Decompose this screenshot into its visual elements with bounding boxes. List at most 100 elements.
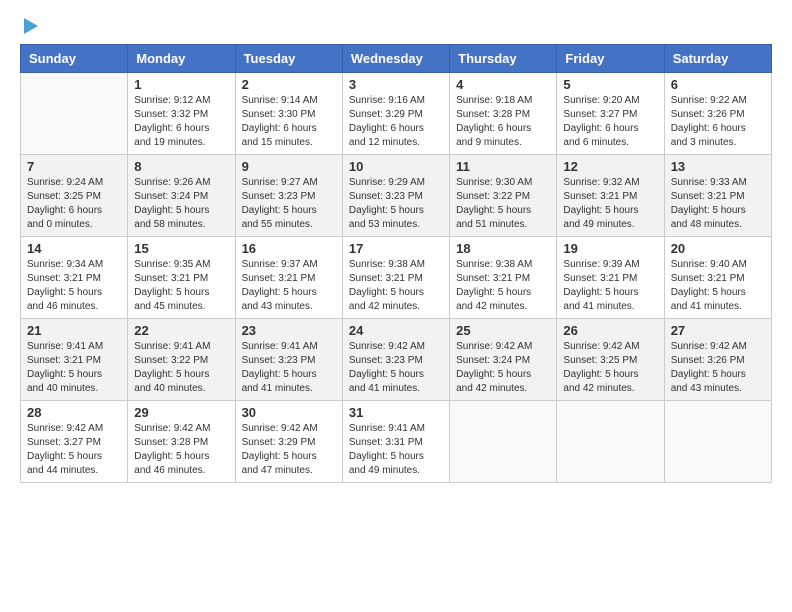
day-number: 4 bbox=[456, 77, 550, 92]
cell-week4-day0: 21 Sunrise: 9:41 AM Sunset: 3:21 PM Dayli… bbox=[21, 319, 128, 401]
day-number: 5 bbox=[563, 77, 657, 92]
header-sunday: Sunday bbox=[21, 45, 128, 73]
header-saturday: Saturday bbox=[664, 45, 771, 73]
day-number: 15 bbox=[134, 241, 228, 256]
day-info: Sunrise: 9:42 AM Sunset: 3:23 PM Dayligh… bbox=[349, 340, 443, 396]
cell-week3-day5: 19 Sunrise: 9:39 AM Sunset: 3:21 PM Dayli… bbox=[557, 237, 664, 319]
header-thursday: Thursday bbox=[450, 45, 557, 73]
cell-week2-day0: 7 Sunrise: 9:24 AM Sunset: 3:25 PM Daylig… bbox=[21, 155, 128, 237]
cell-week4-day2: 23 Sunrise: 9:41 AM Sunset: 3:23 PM Dayli… bbox=[235, 319, 342, 401]
week-row-4: 21 Sunrise: 9:41 AM Sunset: 3:21 PM Dayli… bbox=[21, 319, 772, 401]
cell-week4-day5: 26Sunrise: 9:42 AM Sunset: 3:25 PM Dayli… bbox=[557, 319, 664, 401]
day-number: 19 bbox=[563, 241, 657, 256]
day-number: 21 bbox=[27, 323, 121, 338]
day-number: 29 bbox=[134, 405, 228, 420]
cell-week5-day2: 30 Sunrise: 9:42 AM Sunset: 3:29 PM Dayli… bbox=[235, 401, 342, 483]
day-number: 6 bbox=[671, 77, 765, 92]
day-number: 12 bbox=[563, 159, 657, 174]
header-tuesday: Tuesday bbox=[235, 45, 342, 73]
day-number: 24 bbox=[349, 323, 443, 338]
day-number: 23 bbox=[242, 323, 336, 338]
day-info: Sunrise: 9:38 AM Sunset: 3:21 PM Dayligh… bbox=[456, 258, 550, 314]
cell-week3-day1: 15 Sunrise: 9:35 AM Sunset: 3:21 PM Dayli… bbox=[128, 237, 235, 319]
cell-week1-day0 bbox=[21, 73, 128, 155]
cell-week4-day1: 22Sunrise: 9:41 AM Sunset: 3:22 PM Dayli… bbox=[128, 319, 235, 401]
day-number: 9 bbox=[242, 159, 336, 174]
day-info: Sunrise: 9:41 AM Sunset: 3:22 PM Dayligh… bbox=[134, 340, 228, 396]
day-info: Sunrise: 9:42 AM Sunset: 3:29 PM Dayligh… bbox=[242, 422, 336, 478]
cell-week4-day4: 25Sunrise: 9:42 AM Sunset: 3:24 PM Dayli… bbox=[450, 319, 557, 401]
day-number: 8 bbox=[134, 159, 228, 174]
day-number: 28 bbox=[27, 405, 121, 420]
day-number: 30 bbox=[242, 405, 336, 420]
day-number: 27 bbox=[671, 323, 765, 338]
day-number: 20 bbox=[671, 241, 765, 256]
day-info: Sunrise: 9:30 AM Sunset: 3:22 PM Dayligh… bbox=[456, 176, 550, 232]
day-number: 17 bbox=[349, 241, 443, 256]
day-number: 14 bbox=[27, 241, 121, 256]
day-info: Sunrise: 9:37 AM Sunset: 3:21 PM Dayligh… bbox=[242, 258, 336, 314]
cell-week4-day6: 27Sunrise: 9:42 AM Sunset: 3:26 PM Dayli… bbox=[664, 319, 771, 401]
day-number: 25 bbox=[456, 323, 550, 338]
cell-week1-day5: 5 Sunrise: 9:20 AM Sunset: 3:27 PM Daylig… bbox=[557, 73, 664, 155]
day-info: Sunrise: 9:41 AM Sunset: 3:21 PM Dayligh… bbox=[27, 340, 121, 396]
cell-week3-day6: 20 Sunrise: 9:40 AM Sunset: 3:21 PM Dayli… bbox=[664, 237, 771, 319]
day-info: Sunrise: 9:12 AM Sunset: 3:32 PM Dayligh… bbox=[134, 94, 228, 150]
cell-week2-day2: 9 Sunrise: 9:27 AM Sunset: 3:23 PM Daylig… bbox=[235, 155, 342, 237]
cell-week5-day3: 31 Sunrise: 9:41 AM Sunset: 3:31 PM Dayli… bbox=[342, 401, 449, 483]
day-info: Sunrise: 9:29 AM Sunset: 3:23 PM Dayligh… bbox=[349, 176, 443, 232]
cell-week5-day0: 28Sunrise: 9:42 AM Sunset: 3:27 PM Dayli… bbox=[21, 401, 128, 483]
day-number: 13 bbox=[671, 159, 765, 174]
day-info: Sunrise: 9:41 AM Sunset: 3:31 PM Dayligh… bbox=[349, 422, 443, 478]
day-number: 1 bbox=[134, 77, 228, 92]
day-number: 7 bbox=[27, 159, 121, 174]
day-info: Sunrise: 9:39 AM Sunset: 3:21 PM Dayligh… bbox=[563, 258, 657, 314]
day-info: Sunrise: 9:27 AM Sunset: 3:23 PM Dayligh… bbox=[242, 176, 336, 232]
cell-week1-day2: 2Sunrise: 9:14 AM Sunset: 3:30 PM Daylig… bbox=[235, 73, 342, 155]
week-row-3: 14Sunrise: 9:34 AM Sunset: 3:21 PM Dayli… bbox=[21, 237, 772, 319]
day-info: Sunrise: 9:18 AM Sunset: 3:28 PM Dayligh… bbox=[456, 94, 550, 150]
cell-week1-day6: 6Sunrise: 9:22 AM Sunset: 3:26 PM Daylig… bbox=[664, 73, 771, 155]
logo bbox=[20, 20, 38, 34]
day-info: Sunrise: 9:33 AM Sunset: 3:21 PM Dayligh… bbox=[671, 176, 765, 232]
day-number: 11 bbox=[456, 159, 550, 174]
cell-week1-day4: 4 Sunrise: 9:18 AM Sunset: 3:28 PM Daylig… bbox=[450, 73, 557, 155]
day-info: Sunrise: 9:20 AM Sunset: 3:27 PM Dayligh… bbox=[563, 94, 657, 150]
day-info: Sunrise: 9:26 AM Sunset: 3:24 PM Dayligh… bbox=[134, 176, 228, 232]
day-number: 2 bbox=[242, 77, 336, 92]
week-row-5: 28Sunrise: 9:42 AM Sunset: 3:27 PM Dayli… bbox=[21, 401, 772, 483]
cell-week3-day4: 18 Sunrise: 9:38 AM Sunset: 3:21 PM Dayli… bbox=[450, 237, 557, 319]
cell-week4-day3: 24 Sunrise: 9:42 AM Sunset: 3:23 PM Dayli… bbox=[342, 319, 449, 401]
cell-week3-day2: 16 Sunrise: 9:37 AM Sunset: 3:21 PM Dayli… bbox=[235, 237, 342, 319]
day-number: 10 bbox=[349, 159, 443, 174]
day-info: Sunrise: 9:40 AM Sunset: 3:21 PM Dayligh… bbox=[671, 258, 765, 314]
cell-week2-day6: 13 Sunrise: 9:33 AM Sunset: 3:21 PM Dayli… bbox=[664, 155, 771, 237]
cell-week1-day3: 3Sunrise: 9:16 AM Sunset: 3:29 PM Daylig… bbox=[342, 73, 449, 155]
calendar-table: SundayMondayTuesdayWednesdayThursdayFrid… bbox=[20, 44, 772, 483]
cell-week2-day4: 11 Sunrise: 9:30 AM Sunset: 3:22 PM Dayli… bbox=[450, 155, 557, 237]
cell-week5-day6 bbox=[664, 401, 771, 483]
cell-week5-day4 bbox=[450, 401, 557, 483]
day-info: Sunrise: 9:42 AM Sunset: 3:25 PM Dayligh… bbox=[563, 340, 657, 396]
day-number: 16 bbox=[242, 241, 336, 256]
week-row-2: 7 Sunrise: 9:24 AM Sunset: 3:25 PM Daylig… bbox=[21, 155, 772, 237]
cell-week2-day3: 10 Sunrise: 9:29 AM Sunset: 3:23 PM Dayli… bbox=[342, 155, 449, 237]
header-friday: Friday bbox=[557, 45, 664, 73]
day-number: 31 bbox=[349, 405, 443, 420]
header-wednesday: Wednesday bbox=[342, 45, 449, 73]
cell-week5-day1: 29Sunrise: 9:42 AM Sunset: 3:28 PM Dayli… bbox=[128, 401, 235, 483]
logo-arrow-icon bbox=[24, 18, 38, 34]
day-info: Sunrise: 9:35 AM Sunset: 3:21 PM Dayligh… bbox=[134, 258, 228, 314]
cell-week2-day5: 12 Sunrise: 9:32 AM Sunset: 3:21 PM Dayli… bbox=[557, 155, 664, 237]
day-info: Sunrise: 9:38 AM Sunset: 3:21 PM Dayligh… bbox=[349, 258, 443, 314]
calendar-header-row: SundayMondayTuesdayWednesdayThursdayFrid… bbox=[21, 45, 772, 73]
cell-week2-day1: 8 Sunrise: 9:26 AM Sunset: 3:24 PM Daylig… bbox=[128, 155, 235, 237]
header-monday: Monday bbox=[128, 45, 235, 73]
day-info: Sunrise: 9:24 AM Sunset: 3:25 PM Dayligh… bbox=[27, 176, 121, 232]
day-info: Sunrise: 9:41 AM Sunset: 3:23 PM Dayligh… bbox=[242, 340, 336, 396]
day-number: 18 bbox=[456, 241, 550, 256]
cell-week3-day0: 14Sunrise: 9:34 AM Sunset: 3:21 PM Dayli… bbox=[21, 237, 128, 319]
day-info: Sunrise: 9:32 AM Sunset: 3:21 PM Dayligh… bbox=[563, 176, 657, 232]
cell-week1-day1: 1 Sunrise: 9:12 AM Sunset: 3:32 PM Daylig… bbox=[128, 73, 235, 155]
page-header bbox=[20, 20, 772, 34]
